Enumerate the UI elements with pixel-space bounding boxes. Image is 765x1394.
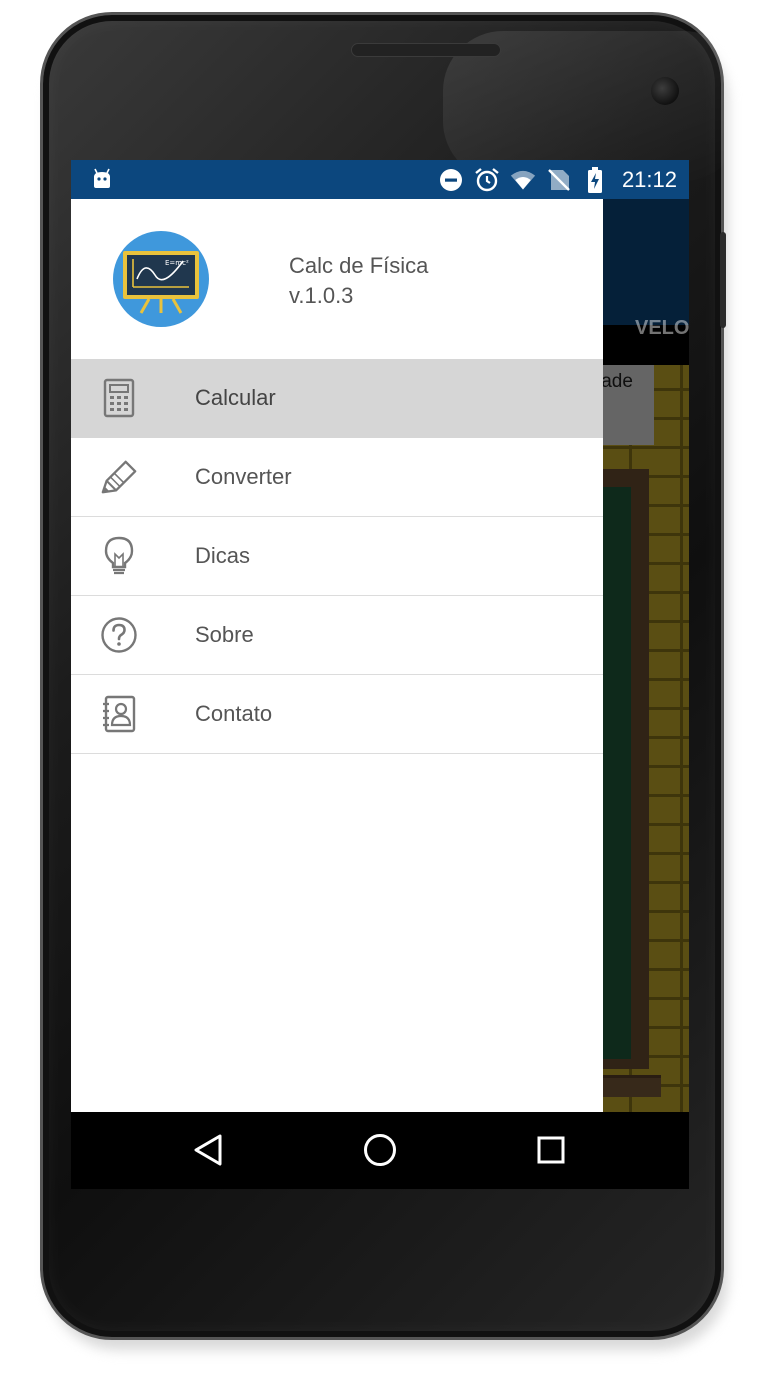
menu-item-label: Calcular <box>195 385 276 410</box>
calculator-icon <box>99 378 139 418</box>
app-version: v.1.0.3 <box>289 283 354 308</box>
menu-item-label: Sobre <box>195 622 254 647</box>
system-navigation-bar <box>71 1112 689 1189</box>
status-bar: 21:12 <box>71 160 689 199</box>
contact-book-icon <box>99 694 139 734</box>
back-icon[interactable] <box>188 1130 228 1170</box>
battery-charging-icon <box>582 166 608 193</box>
menu-item-converter[interactable]: Converter <box>71 438 603 517</box>
menu-item-sobre[interactable]: Sobre <box>71 596 603 675</box>
physics-blackboard-icon: E=mc² <box>109 229 215 329</box>
pencil-icon <box>99 457 139 497</box>
menu-item-label: Dicas <box>195 543 251 568</box>
android-debug-icon <box>91 168 113 190</box>
menu-item-dicas[interactable]: Dicas <box>71 517 603 596</box>
front-camera <box>651 77 679 105</box>
wifi-icon <box>510 167 536 193</box>
menu-item-contato[interactable]: Contato <box>71 675 603 754</box>
status-time: 21:12 <box>621 166 677 192</box>
side-power-button[interactable] <box>720 232 726 328</box>
navigation-drawer: E=mc² Calc de Física v.1.0.3 Calcular Co… <box>71 199 603 1112</box>
help-circle-icon <box>99 615 139 655</box>
home-icon[interactable] <box>360 1130 400 1170</box>
tab-velocidade[interactable]: VELO <box>635 317 689 340</box>
earpiece-speaker <box>351 43 501 57</box>
svg-text:E=mc²: E=mc² <box>165 259 189 267</box>
lightbulb-icon <box>99 536 139 576</box>
drawer-menu: Calcular Converter Dicas Sobre Contato <box>71 359 603 754</box>
app-name: Calc de Física <box>289 253 429 278</box>
alarm-icon <box>474 167 500 193</box>
drawer-header: E=mc² Calc de Física v.1.0.3 <box>71 199 603 359</box>
recents-icon[interactable] <box>531 1130 571 1170</box>
menu-item-label: Contato <box>195 701 273 726</box>
no-sim-icon <box>546 167 572 193</box>
do-not-disturb-icon <box>438 167 464 193</box>
screen: 21:12 lade VELO E=mc² <box>71 160 689 1189</box>
menu-item-label: Converter <box>195 464 292 489</box>
menu-item-calcular[interactable]: Calcular <box>71 359 603 438</box>
